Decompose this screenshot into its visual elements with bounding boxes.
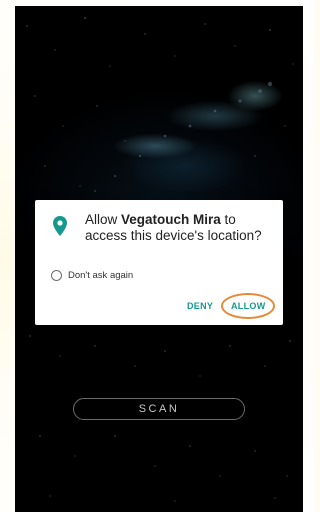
app-name: Vegatouch Mira <box>121 212 221 227</box>
phone-screen: Allow Vegatouch Mira to access this devi… <box>15 6 303 512</box>
deny-button[interactable]: DENY <box>187 301 213 311</box>
dont-ask-again-checkbox[interactable] <box>51 270 62 281</box>
permission-prompt: Allow Vegatouch Mira to access this devi… <box>85 212 279 244</box>
scan-button[interactable]: SCAN <box>73 398 245 420</box>
page: Allow Vegatouch Mira to access this devi… <box>0 0 314 512</box>
location-permission-dialog: Allow Vegatouch Mira to access this devi… <box>35 200 283 325</box>
location-pin-icon <box>53 216 67 236</box>
scan-button-label: SCAN <box>138 403 180 415</box>
dont-ask-again-label: Don't ask again <box>68 270 134 281</box>
prompt-prefix: Allow <box>85 212 122 227</box>
dont-ask-again-option[interactable]: Don't ask again <box>51 270 133 281</box>
allow-button[interactable]: ALLOW <box>231 301 266 311</box>
